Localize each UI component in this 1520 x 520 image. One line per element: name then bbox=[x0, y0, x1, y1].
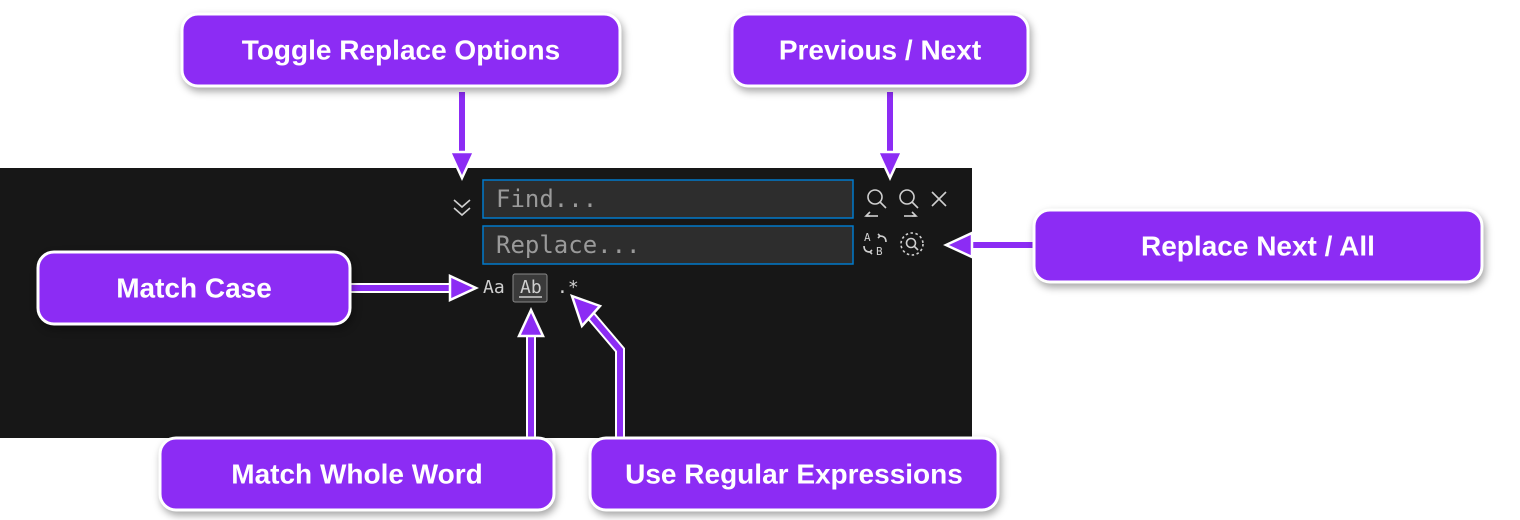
match-whole-word-toggle[interactable]: Ab bbox=[513, 274, 547, 302]
replace-placeholder: Replace... bbox=[496, 231, 641, 259]
find-placeholder: Find... bbox=[496, 185, 597, 213]
callout-replace-next-all-label: Replace Next / All bbox=[1141, 230, 1375, 261]
svg-text:.*: .* bbox=[557, 277, 579, 298]
callout-whole-word-label: Match Whole Word bbox=[231, 458, 482, 489]
svg-text:Aa: Aa bbox=[483, 277, 505, 298]
callout-replace-next-all: Replace Next / All bbox=[1034, 210, 1482, 282]
callout-toggle-replace: Toggle Replace Options bbox=[182, 14, 620, 86]
use-regex-toggle[interactable]: .* bbox=[557, 277, 579, 298]
svg-text:Ab: Ab bbox=[520, 277, 542, 298]
match-case-toggle[interactable]: Aa bbox=[483, 277, 505, 298]
callout-match-case: Match Case bbox=[38, 252, 350, 324]
callout-whole-word: Match Whole Word bbox=[160, 438, 554, 510]
arrow-prev-next bbox=[878, 92, 902, 178]
svg-text:B: B bbox=[876, 245, 883, 258]
callout-toggle-replace-label: Toggle Replace Options bbox=[242, 34, 560, 65]
svg-text:A: A bbox=[864, 231, 871, 244]
callout-match-case-label: Match Case bbox=[116, 272, 272, 303]
callout-regex: Use Regular Expressions bbox=[590, 438, 998, 510]
arrow-toggle-replace bbox=[450, 92, 474, 178]
callout-prev-next-label: Previous / Next bbox=[779, 34, 981, 65]
callout-prev-next: Previous / Next bbox=[732, 14, 1028, 86]
callout-regex-label: Use Regular Expressions bbox=[625, 458, 963, 489]
